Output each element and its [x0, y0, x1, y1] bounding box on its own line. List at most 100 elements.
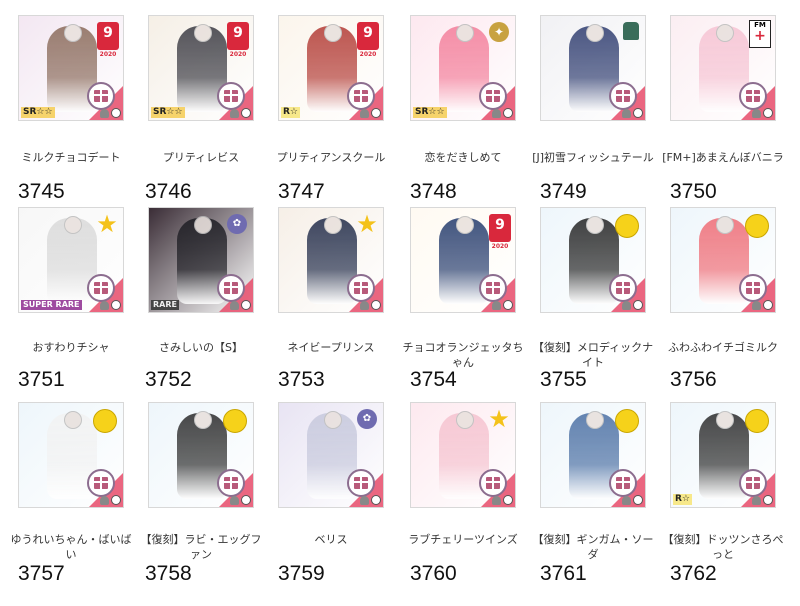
item-name: 【復刻】ドッツンさろぺっと — [662, 533, 784, 561]
ox-mascot-icon — [615, 214, 639, 238]
zoom-icon[interactable] — [371, 300, 381, 310]
gift-icon[interactable] — [479, 469, 507, 497]
gift-icon[interactable] — [609, 469, 637, 497]
gift-icon[interactable] — [347, 82, 375, 110]
rank-label: RARE — [151, 300, 179, 310]
people-icon — [622, 496, 631, 505]
item-name: さみしいの【S】 — [159, 341, 243, 354]
item-number: 3757 — [18, 562, 65, 585]
fm-plus-icon: FM + — [749, 20, 771, 48]
people-icon — [100, 301, 109, 310]
item-number: 3755 — [540, 368, 587, 391]
item-name: ベリス — [314, 533, 348, 546]
gift-icon[interactable] — [87, 82, 115, 110]
people-icon — [752, 109, 761, 118]
zoom-icon[interactable] — [241, 495, 251, 505]
ox-mascot-icon — [745, 214, 769, 238]
zoom-icon[interactable] — [503, 108, 513, 118]
ox-mascot-icon — [93, 409, 117, 433]
item-card[interactable]: 9 2020 — [410, 207, 516, 313]
zoom-icon[interactable] — [503, 300, 513, 310]
item-number: 3753 — [278, 368, 325, 391]
item-card[interactable] — [670, 207, 776, 313]
item-card[interactable]: 9 2020 SR☆☆ — [18, 15, 124, 121]
people-icon — [100, 496, 109, 505]
gift-icon[interactable] — [217, 274, 245, 302]
badge-year: 2020 — [229, 51, 247, 58]
item-card[interactable] — [540, 15, 646, 121]
item-name: 【復刻】メロディックナイト — [532, 341, 654, 369]
zoom-icon[interactable] — [241, 300, 251, 310]
zoom-icon[interactable] — [763, 108, 773, 118]
item-name: ミルクチョコデート — [21, 151, 121, 164]
item-name: 【復刻】ラビ・エッグファン — [140, 533, 262, 561]
gold-medal-icon: ✦ — [489, 22, 509, 42]
rank-label: SUPER RARE — [21, 300, 82, 310]
gift-icon[interactable] — [347, 274, 375, 302]
item-card[interactable]: ✦ SR☆☆ — [410, 15, 516, 121]
item-name: ふわふわイチゴミルク — [668, 341, 778, 354]
people-icon — [230, 496, 239, 505]
item-number: 3745 — [18, 180, 65, 203]
item-name: プリティレビス — [162, 151, 240, 164]
cat-icon — [623, 22, 639, 40]
gift-icon[interactable] — [739, 274, 767, 302]
item-card[interactable]: 9 2020 SR☆☆ — [148, 15, 254, 121]
zoom-icon[interactable] — [371, 495, 381, 505]
gift-icon[interactable] — [739, 82, 767, 110]
item-name: ネイビープリンス — [287, 341, 375, 354]
gift-icon[interactable] — [479, 82, 507, 110]
gift-icon[interactable] — [87, 469, 115, 497]
item-card[interactable]: FM + — [670, 15, 776, 121]
zoom-icon[interactable] — [241, 108, 251, 118]
badge-number: 9 — [233, 25, 243, 41]
zoom-icon[interactable] — [763, 495, 773, 505]
item-number: 3748 — [410, 180, 457, 203]
item-card[interactable] — [18, 402, 124, 508]
rank-label: R☆ — [673, 494, 692, 505]
zoom-icon[interactable] — [633, 300, 643, 310]
item-card[interactable] — [148, 402, 254, 508]
item-card[interactable] — [540, 207, 646, 313]
item-name: ゆうれいちゃん・ばいばい — [10, 533, 132, 561]
gift-icon[interactable] — [217, 469, 245, 497]
item-card[interactable]: ★ — [278, 207, 384, 313]
zoom-icon[interactable] — [633, 495, 643, 505]
item-name: [FM+]あまえんぼバニラ — [662, 151, 784, 164]
badge-year: 2020 — [359, 51, 377, 58]
gift-icon[interactable] — [347, 469, 375, 497]
rarity-nine-badge-icon: 9 2020 — [357, 22, 379, 58]
gift-icon[interactable] — [87, 274, 115, 302]
item-card[interactable] — [540, 402, 646, 508]
zoom-icon[interactable] — [371, 108, 381, 118]
item-number: 3750 — [670, 180, 717, 203]
people-icon — [622, 301, 631, 310]
item-name: おすわりチシャ — [32, 341, 110, 354]
item-card[interactable]: ★ — [410, 402, 516, 508]
zoom-icon[interactable] — [763, 300, 773, 310]
item-card[interactable]: ★ SUPER RARE — [18, 207, 124, 313]
zoom-icon[interactable] — [111, 300, 121, 310]
item-number: 3752 — [145, 368, 192, 391]
item-card[interactable]: ✿ — [278, 402, 384, 508]
ox-mascot-icon — [223, 409, 247, 433]
zoom-icon[interactable] — [503, 495, 513, 505]
item-number: 3760 — [410, 562, 457, 585]
item-card[interactable]: ✿ RARE — [148, 207, 254, 313]
gift-icon[interactable] — [739, 469, 767, 497]
item-card[interactable]: R☆ — [670, 402, 776, 508]
people-icon — [492, 301, 501, 310]
people-icon — [360, 496, 369, 505]
badge-number: 9 — [363, 25, 373, 41]
item-number: 3749 — [540, 180, 587, 203]
item-name: プリティアンスクール — [276, 151, 386, 164]
item-card[interactable]: 9 2020 R☆ — [278, 15, 384, 121]
gift-icon[interactable] — [609, 82, 637, 110]
zoom-icon[interactable] — [111, 108, 121, 118]
gift-icon[interactable] — [217, 82, 245, 110]
zoom-icon[interactable] — [111, 495, 121, 505]
gift-icon[interactable] — [479, 274, 507, 302]
zoom-icon[interactable] — [633, 108, 643, 118]
people-icon — [492, 496, 501, 505]
gift-icon[interactable] — [609, 274, 637, 302]
